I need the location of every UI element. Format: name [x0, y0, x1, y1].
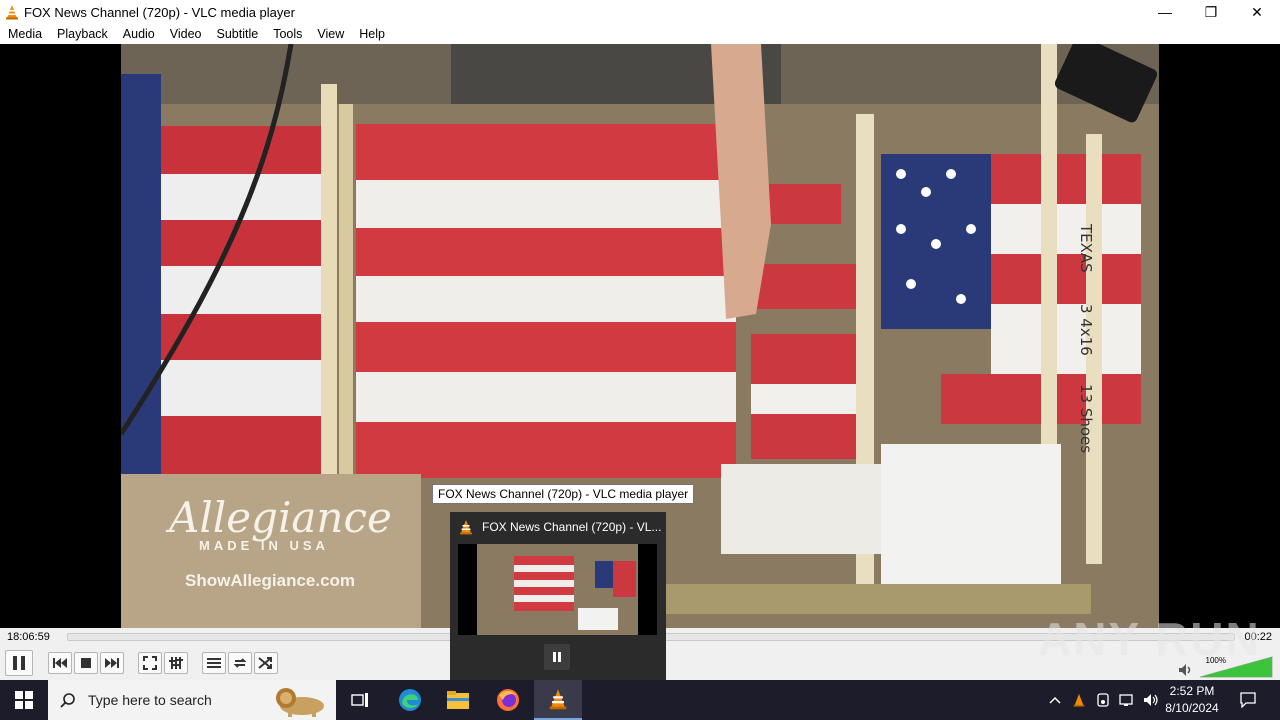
search-icon: [60, 693, 75, 708]
tape-note-texas: TEXAS: [1077, 223, 1095, 273]
clock-date: 8/10/2024: [1165, 701, 1219, 715]
shuffle-icon: [258, 657, 272, 669]
restore-icon: ❐: [1204, 3, 1218, 20]
vlc-tray-icon: [1073, 693, 1085, 707]
loop-button[interactable]: [228, 652, 252, 674]
next-icon: [105, 658, 119, 668]
vlc-cone-icon: [549, 689, 567, 710]
notification-center-button[interactable]: [1234, 680, 1262, 720]
taskbar-clock[interactable]: 2:52 PM 8/10/2024: [1158, 683, 1226, 717]
taskbar: Type here to search 2:52 PM 8/10/2024: [0, 680, 1280, 720]
vlc-window: FOX News Channel (720p) - VLC media play…: [0, 0, 1280, 720]
windows-start-icon: [15, 691, 33, 709]
thumbnail-preview: [458, 544, 657, 635]
network-icon: [1119, 694, 1133, 706]
anyrun-watermark: ANY RUN: [1038, 613, 1261, 665]
stop-icon: [81, 658, 91, 668]
taskbar-search-box[interactable]: Type here to search: [48, 680, 336, 720]
menu-media[interactable]: Media: [0, 24, 49, 44]
menu-view[interactable]: View: [309, 24, 351, 44]
pause-icon: [553, 652, 561, 662]
previous-icon: [53, 658, 67, 668]
chevron-up-icon: [1049, 696, 1061, 704]
minimize-icon: —: [1158, 4, 1172, 20]
window-controls: — ❐ ✕: [1142, 0, 1280, 24]
task-view-button[interactable]: [336, 680, 384, 720]
taskbar-edge[interactable]: [386, 680, 434, 720]
tray-network[interactable]: [1116, 680, 1138, 720]
tape-note-shoes: 13 Shoes: [1077, 384, 1095, 453]
menu-bar: Media Playback Audio Video Subtitle Tool…: [0, 24, 1280, 44]
loop-icon: [233, 658, 247, 668]
tray-overflow-button[interactable]: [1044, 680, 1066, 720]
vlc-cone-icon: [6, 5, 18, 20]
minimize-button[interactable]: —: [1142, 0, 1188, 24]
extended-settings-button[interactable]: [164, 652, 188, 674]
thumbnail-pause-button[interactable]: [544, 644, 570, 670]
firefox-icon: [497, 689, 519, 711]
close-icon: ✕: [1251, 3, 1263, 20]
menu-tools[interactable]: Tools: [265, 24, 309, 44]
window-title: FOX News Channel (720p) - VLC media play…: [24, 4, 295, 20]
close-button[interactable]: ✕: [1234, 0, 1280, 24]
taskbar-thumbnail[interactable]: FOX News Channel (720p) - VL...: [450, 512, 666, 680]
tape-note-size: 3 4x16: [1077, 304, 1095, 356]
volume-icon: [1144, 694, 1158, 706]
playlist-icon: [207, 658, 221, 668]
menu-subtitle[interactable]: Subtitle: [209, 24, 266, 44]
previous-button[interactable]: [48, 652, 72, 674]
menu-audio[interactable]: Audio: [115, 24, 162, 44]
next-button[interactable]: [100, 652, 124, 674]
start-button[interactable]: [0, 680, 48, 720]
playlist-button[interactable]: [202, 652, 226, 674]
shuffle-button[interactable]: [254, 652, 278, 674]
edge-icon: [399, 689, 421, 711]
vlc-cone-icon: [460, 520, 472, 535]
taskbar-firefox[interactable]: [484, 680, 532, 720]
fullscreen-icon: [143, 656, 157, 670]
brand-overlay-text: Allegiance: [165, 493, 392, 542]
file-explorer-icon: [447, 691, 469, 709]
taskbar-tooltip: FOX News Channel (720p) - VLC media play…: [432, 484, 695, 504]
extended-settings-icon: [169, 657, 183, 669]
pause-button[interactable]: [5, 650, 33, 676]
menu-video[interactable]: Video: [162, 24, 209, 44]
url-overlay-text: ShowAllegiance.com: [185, 571, 355, 590]
tray-vlc[interactable]: [1068, 680, 1090, 720]
taskbar-vlc[interactable]: [534, 680, 582, 720]
tray-device[interactable]: [1092, 680, 1114, 720]
taskbar-file-explorer[interactable]: [434, 680, 482, 720]
notification-icon: [1240, 692, 1256, 708]
thumbnail-title: FOX News Channel (720p) - VL...: [482, 520, 662, 534]
lion-search-highlight-icon: [276, 688, 324, 717]
fullscreen-button[interactable]: [138, 652, 162, 674]
menu-help[interactable]: Help: [351, 24, 392, 44]
stop-button[interactable]: [74, 652, 98, 674]
title-bar: FOX News Channel (720p) - VLC media play…: [0, 0, 1280, 24]
search-placeholder: Type here to search: [88, 692, 212, 708]
device-icon: [1097, 693, 1109, 707]
elapsed-time[interactable]: 18:06:59: [7, 631, 50, 643]
pause-icon: [13, 656, 25, 670]
menu-playback[interactable]: Playback: [49, 24, 115, 44]
maximize-button[interactable]: ❐: [1188, 0, 1234, 24]
made-overlay-text: MADE IN USA: [199, 538, 329, 553]
clock-time: 2:52 PM: [1169, 684, 1215, 698]
task-view-icon: [351, 693, 368, 707]
